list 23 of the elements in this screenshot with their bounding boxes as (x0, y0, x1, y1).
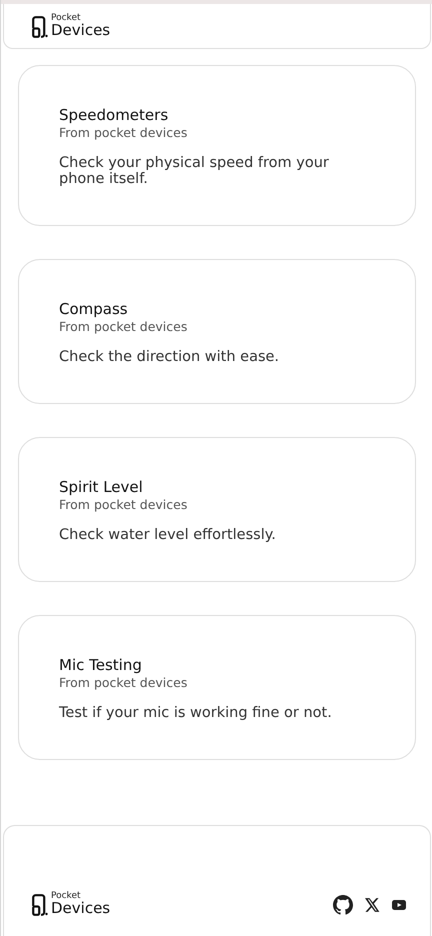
card-description: Check the direction with ease. (59, 349, 280, 365)
card-title: Mic Testing (59, 655, 143, 675)
card-subtitle: From pocket devices (59, 125, 188, 141)
logo[interactable]: Pocket Devices (32, 14, 110, 38)
logo[interactable]: Pocket Devices (32, 892, 110, 916)
card-title: Speedometers (59, 105, 170, 125)
tool-card[interactable]: Spirit Level From pocket devices Check water level effortlessly. (18, 437, 416, 582)
phone-icon (32, 894, 49, 916)
card-subtitle: From pocket devices (59, 497, 188, 513)
github-icon[interactable] (333, 895, 353, 915)
card-description: Check water level effortlessly. (59, 527, 277, 543)
card-description: Test if your mic is working fine or not. (59, 705, 333, 721)
card-title: Spirit Level (59, 477, 144, 497)
tool-card[interactable]: Speedometers From pocket devices Check your physical speed from your phone itself. (18, 65, 416, 226)
x-logo-icon[interactable] (365, 898, 380, 912)
card-subtitle: From pocket devices (59, 675, 188, 691)
tool-card[interactable]: Mic Testing From pocket devices Test if your mic is working fine or not. (18, 615, 416, 760)
play-icon[interactable] (392, 900, 406, 910)
tool-card[interactable]: Compass From pocket devices Check the direction with ease. (18, 259, 416, 404)
card-subtitle: From pocket devices (59, 319, 188, 335)
card-description: Check your physical speed from your phone itself. (59, 155, 330, 187)
phone-icon (32, 16, 49, 38)
card-title: Compass (59, 299, 129, 319)
